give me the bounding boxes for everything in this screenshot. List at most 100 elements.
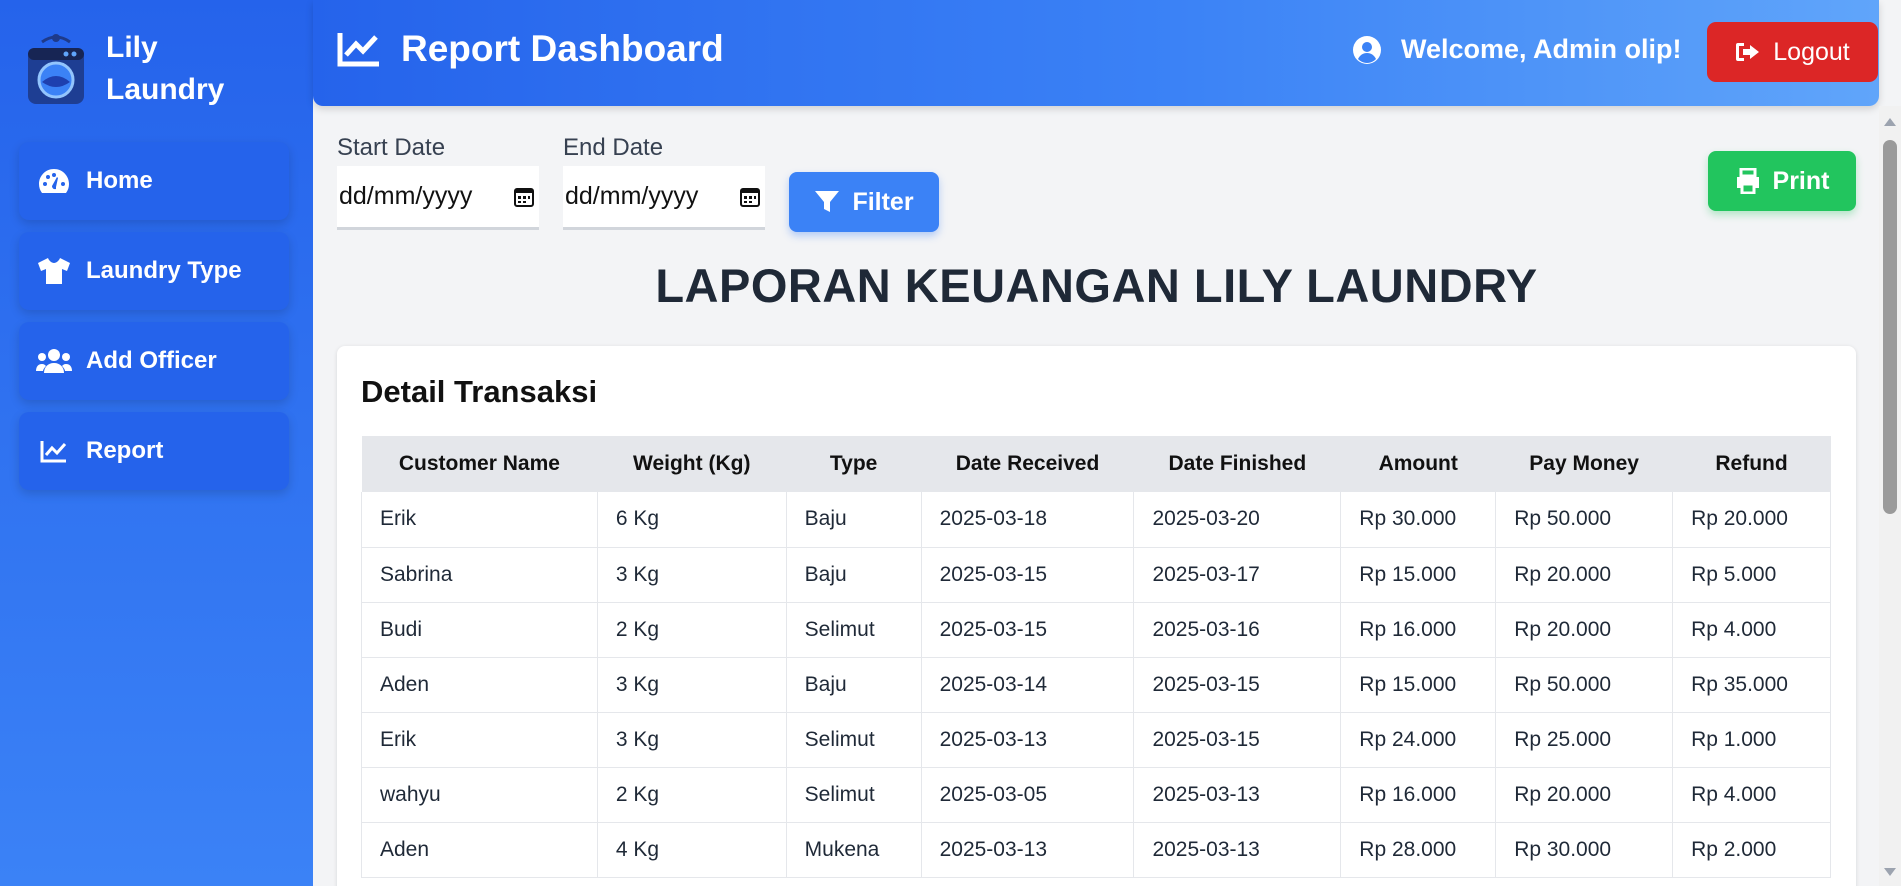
- transaction-table: Customer Name Weight (Kg) Type Date Rece…: [361, 436, 1831, 878]
- table-cell: Rp 25.000: [1495, 711, 1674, 768]
- table-cell: 2025-03-14: [920, 656, 1135, 713]
- table-cell: 3 Kg: [596, 711, 787, 768]
- table-cell: Rp 30.000: [1340, 492, 1497, 548]
- start-date-label: Start Date: [337, 134, 446, 161]
- speedometer-icon: [36, 165, 72, 197]
- table-cell: 2 Kg: [596, 766, 787, 823]
- table-cell: Selimut: [785, 711, 922, 768]
- shirt-icon: [36, 255, 72, 287]
- end-date-value: dd/mm/yyyy: [565, 182, 699, 210]
- chart-line-icon: [36, 435, 72, 467]
- filter-button[interactable]: Filter: [789, 172, 939, 232]
- top-header: Report Dashboard Welcome, Admin olip! Lo…: [313, 0, 1879, 106]
- table-cell: Rp 16.000: [1340, 601, 1497, 658]
- calendar-icon[interactable]: [513, 186, 535, 208]
- welcome-message: Welcome, Admin olip!: [1353, 34, 1682, 65]
- sidebar: Lily Laundry Home Laundry Type Add Offic…: [0, 0, 313, 886]
- table-cell: 6 Kg: [596, 492, 787, 548]
- table-cell: Rp 35.000: [1672, 656, 1831, 713]
- table-row: Erik 6 Kg Baju 2025-03-18 2025-03-20 Rp 30.00…: [361, 492, 1831, 548]
- table-cell: 2025-03-20: [1133, 492, 1342, 548]
- table-cell: Rp 20.000: [1495, 546, 1674, 603]
- table-cell: Rp 20.000: [1495, 601, 1674, 658]
- start-date-input[interactable]: dd/mm/yyyy: [337, 166, 539, 230]
- table-cell: Selimut: [785, 601, 922, 658]
- table-row: Budi 2 Kg Selimut 2025-03-15 2025-03-16 Rp 16…: [361, 601, 1831, 658]
- table-cell: 2025-03-13: [1133, 766, 1342, 823]
- calendar-icon[interactable]: [739, 186, 761, 208]
- brand-name: Lily Laundry: [106, 31, 225, 106]
- scrollbar-thumb[interactable]: [1883, 140, 1897, 514]
- sidebar-item-report[interactable]: Report: [19, 412, 289, 490]
- filter-label: Filter: [852, 187, 914, 216]
- table-cell: 2025-03-13: [920, 821, 1135, 878]
- table-row: Aden 4 Kg Mukena 2025-03-13 2025-03-13 Rp 28.…: [361, 821, 1831, 878]
- table-cell: 2025-03-18: [920, 492, 1135, 548]
- table-cell: Rp 24.000: [1340, 711, 1497, 768]
- table-cell: Baju: [785, 492, 922, 548]
- brand[interactable]: Lily Laundry: [20, 24, 266, 114]
- section-title: Detail Transaksi: [361, 374, 598, 409]
- table-cell: Rp 16.000: [1340, 766, 1497, 823]
- column-header: Customer Name: [398, 452, 560, 475]
- table-cell: Selimut: [785, 766, 922, 823]
- table-row: Aden 3 Kg Baju 2025-03-14 2025-03-15 Rp 15.00…: [361, 656, 1831, 713]
- sidebar-item-add-officer[interactable]: Add Officer: [19, 322, 289, 400]
- table-cell: Erik: [361, 711, 598, 768]
- print-button[interactable]: Print: [1708, 151, 1856, 211]
- scroll-down-arrow[interactable]: [1884, 868, 1896, 876]
- table-row: Erik 3 Kg Selimut 2025-03-13 2025-03-15 Rp 24…: [361, 711, 1831, 768]
- table-cell: 3 Kg: [596, 546, 787, 603]
- end-date-label: End Date: [563, 134, 664, 161]
- table-cell: 2025-03-17: [1133, 546, 1342, 603]
- table-cell: 2025-03-15: [920, 601, 1135, 658]
- table-cell: Rp 2.000: [1672, 821, 1831, 878]
- sidebar-nav: Home Laundry Type Add Officer Report: [19, 142, 289, 502]
- table-cell: Aden: [361, 656, 598, 713]
- table-cell: Rp 50.000: [1495, 656, 1674, 713]
- table-row: wahyu 2 Kg Selimut 2025-03-05 2025-03-13 Rp 1…: [361, 766, 1831, 823]
- report-title: LAPORAN KEUANGAN LILY LAUNDRY: [655, 259, 1538, 312]
- column-header: Pay Money: [1529, 452, 1639, 475]
- end-date-input[interactable]: dd/mm/yyyy: [563, 166, 765, 230]
- column-header: Refund: [1715, 452, 1788, 475]
- table-cell: Aden: [361, 821, 598, 878]
- table-cell: 2 Kg: [596, 601, 787, 658]
- chart-line-icon: [337, 33, 379, 67]
- sidebar-item-label: Laundry Type: [86, 257, 242, 284]
- scroll-up-arrow[interactable]: [1884, 118, 1896, 126]
- table-cell: wahyu: [361, 766, 598, 823]
- table-cell: Rp 4.000: [1672, 766, 1831, 823]
- users-icon: [36, 345, 72, 377]
- filter-icon: [815, 191, 840, 212]
- table-cell: Rp 20.000: [1495, 766, 1674, 823]
- table-cell: 2025-03-15: [1133, 711, 1342, 768]
- logout-label: Logout: [1773, 37, 1850, 66]
- washing-machine-logo: [28, 34, 84, 104]
- table-cell: 2025-03-13: [1133, 821, 1342, 878]
- table-cell: Erik: [361, 492, 598, 548]
- table-cell: Budi: [361, 601, 598, 658]
- table-cell: 2025-03-15: [920, 546, 1135, 603]
- table-cell: Rp 5.000: [1672, 546, 1831, 603]
- page-title-text: Report Dashboard: [401, 28, 724, 69]
- table-cell: Rp 20.000: [1672, 492, 1831, 548]
- table-cell: 2025-03-05: [920, 766, 1135, 823]
- sidebar-item-laundry-type[interactable]: Laundry Type: [19, 232, 289, 310]
- column-header: Type: [829, 452, 878, 475]
- column-header: Amount: [1378, 452, 1458, 475]
- sidebar-item-label: Report: [86, 437, 164, 464]
- table-cell: 2025-03-15: [1133, 656, 1342, 713]
- welcome-text: Welcome, Admin olip!: [1401, 34, 1682, 64]
- sidebar-item-label: Home: [86, 167, 153, 194]
- table-cell: Mukena: [785, 821, 922, 878]
- table-header-row: Customer Name Weight (Kg) Type Date Rece…: [361, 436, 1831, 492]
- table-row: Sabrina 3 Kg Baju 2025-03-15 2025-03-17 Rp 15…: [361, 546, 1831, 603]
- table-cell: 3 Kg: [596, 656, 787, 713]
- table-cell: Rp 1.000: [1672, 711, 1831, 768]
- logout-button[interactable]: Logout: [1707, 22, 1878, 82]
- sidebar-item-home[interactable]: Home: [19, 142, 289, 220]
- table-cell: Sabrina: [361, 546, 598, 603]
- table-cell: Baju: [785, 546, 922, 603]
- table-cell: Rp 15.000: [1340, 546, 1497, 603]
